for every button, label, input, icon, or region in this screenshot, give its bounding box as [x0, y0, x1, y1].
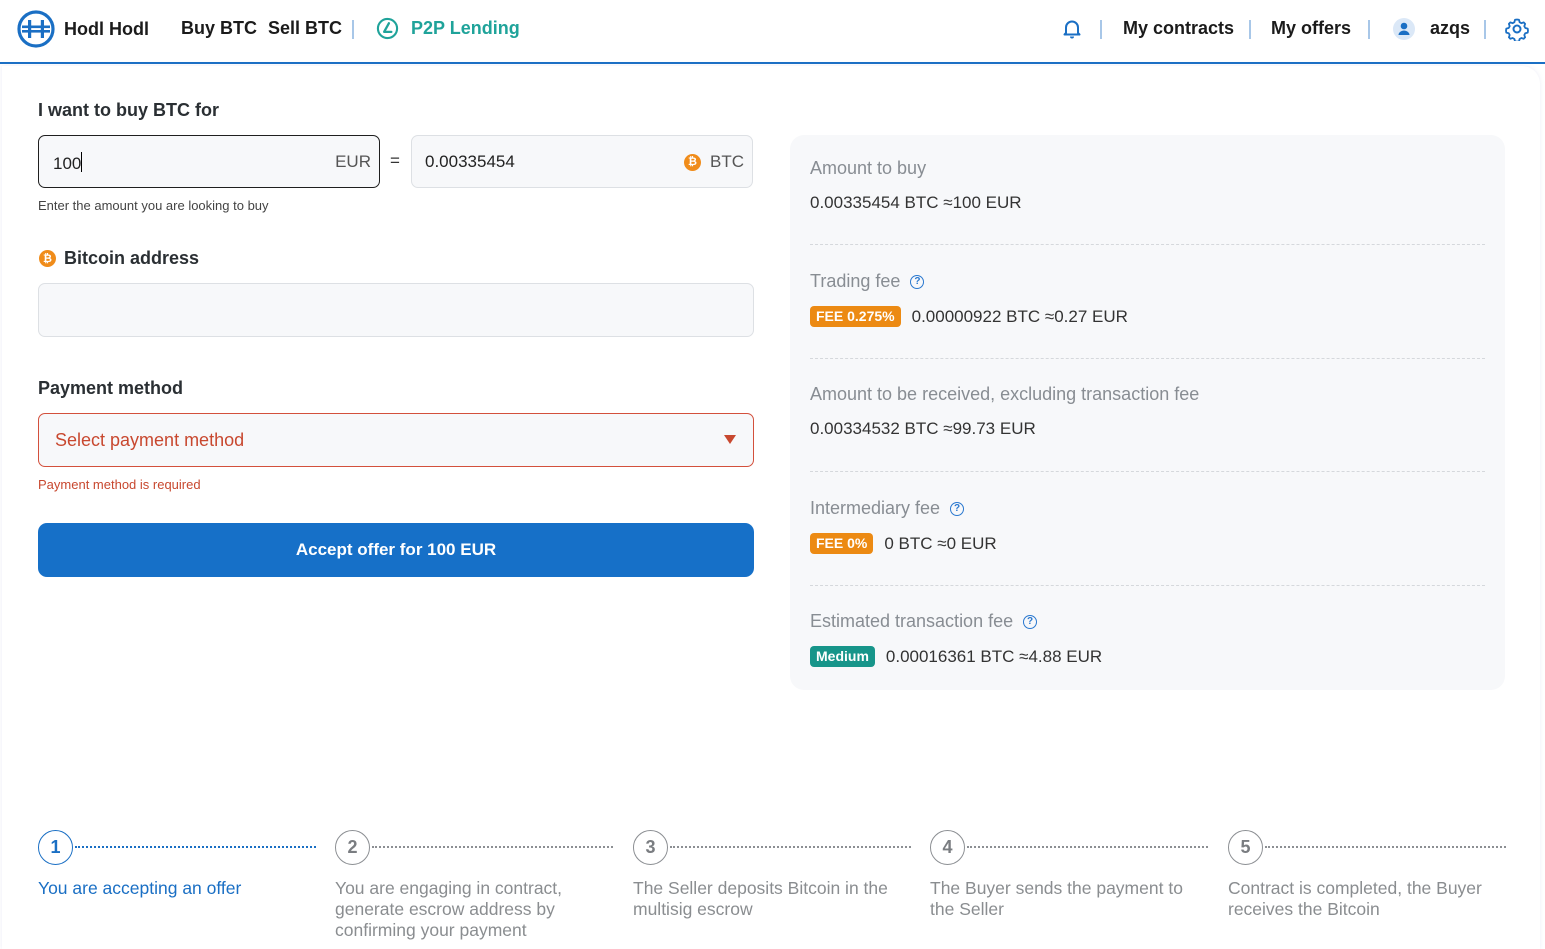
summary-divider — [810, 358, 1485, 359]
fiat-currency-label: EUR — [335, 152, 371, 171]
nav-divider — [1368, 20, 1370, 39]
payment-method-label: Payment method — [38, 378, 184, 398]
step-connector — [75, 846, 316, 848]
nav-divider — [1484, 20, 1486, 39]
fee-badge: FEE 0.275% — [810, 306, 901, 327]
btc-amount-input[interactable]: 0.00335454 ₿ BTC — [411, 135, 753, 188]
summary-value: 0.00016361 BTC ≈4.88 EUR — [885, 646, 1103, 666]
summary-title: Estimated transaction fee — [810, 611, 1014, 631]
summary-transaction-fee: Estimated transaction fee? Medium 0.0001… — [810, 611, 1485, 667]
step-connector — [670, 846, 911, 848]
summary-title: Amount to be received, excluding transac… — [810, 384, 1200, 404]
step-number: 3 — [633, 830, 668, 865]
btc-amount-value: 0.00335454 — [425, 152, 515, 171]
fiat-amount-value: 100 — [53, 152, 83, 173]
bitcoin-address-label: ₿ Bitcoin address — [39, 248, 199, 269]
summary-divider — [810, 244, 1485, 245]
btc-currency: ₿ BTC — [684, 152, 744, 172]
payment-method-error: Payment method is required — [38, 477, 201, 492]
summary-trading-fee: Trading fee? FEE 0.275% 0.00000922 BTC ≈… — [810, 271, 1485, 327]
nav-my-contracts[interactable]: My contracts — [1123, 18, 1234, 39]
nav-divider — [352, 20, 354, 39]
summary-amount-received: Amount to be received, excluding transac… — [810, 384, 1485, 439]
summary-divider — [810, 585, 1485, 586]
step-description: You are engaging in contract, generate e… — [335, 878, 563, 940]
summary-title: Trading fee — [810, 271, 901, 291]
summary-title: Amount to buy — [810, 158, 927, 178]
amount-hint: Enter the amount you are looking to buy — [38, 198, 269, 213]
step-description: The Seller deposits Bitcoin in the multi… — [633, 878, 888, 919]
notifications-bell-icon[interactable] — [1062, 18, 1082, 45]
summary-title: Intermediary fee — [810, 498, 941, 518]
summary-amount-to-buy: Amount to buy 0.00335454 BTC ≈100 EUR — [810, 158, 1485, 213]
summary-value: 0.00334532 BTC ≈99.73 EUR — [810, 419, 1036, 438]
bitcoin-address-label-text: Bitcoin address — [64, 248, 200, 268]
dropdown-caret-icon — [724, 435, 736, 444]
equals-sign: = — [390, 151, 400, 170]
p2p-lending-icon — [376, 17, 399, 40]
step-description: Contract is completed, the Buyer receive… — [1228, 878, 1482, 919]
step-number: 1 — [38, 830, 73, 865]
nav-p2p-lending[interactable]: P2P Lending — [376, 17, 520, 40]
p2p-lending-label: P2P Lending — [411, 18, 520, 38]
nav-buy-btc[interactable]: Buy BTC — [181, 18, 257, 39]
summary-value: 0.00000922 BTC ≈0.27 EUR — [911, 306, 1128, 326]
step-description: You are accepting an offer — [38, 878, 242, 898]
help-question-icon[interactable]: ? — [950, 501, 965, 516]
nav-divider — [1100, 20, 1102, 39]
fee-badge: FEE 0% — [810, 533, 874, 554]
step-number: 4 — [930, 830, 965, 865]
bitcoin-icon: ₿ — [39, 250, 56, 267]
accept-offer-button[interactable]: Accept offer for 100 EUR — [38, 523, 754, 577]
summary-intermediary-fee: Intermediary fee? FEE 0% 0 BTC ≈0 EUR — [810, 498, 1485, 554]
step-number: 2 — [335, 830, 370, 865]
bitcoin-address-input[interactable] — [38, 283, 754, 337]
brand-logo[interactable]: Hodl Hodl — [16, 9, 149, 49]
username-link[interactable]: azqs — [1430, 18, 1470, 39]
help-question-icon[interactable]: ? — [1023, 614, 1038, 629]
summary-value: 0.00335454 BTC ≈100 EUR — [810, 193, 1022, 212]
step-description: The Buyer sends the payment to the Selle… — [930, 878, 1183, 919]
step-connector — [1265, 846, 1506, 848]
summary-divider — [810, 471, 1485, 472]
buy-amount-label: I want to buy BTC for — [38, 100, 219, 120]
bitcoin-icon: ₿ — [684, 153, 701, 171]
top-navbar: Hodl Hodl Buy BTC Sell BTC P2P Lending M… — [0, 0, 1545, 64]
nav-divider — [1249, 20, 1251, 39]
step-connector — [967, 846, 1208, 848]
help-question-icon[interactable]: ? — [910, 274, 925, 289]
priority-badge: Medium — [810, 646, 875, 667]
btc-currency-label: BTC — [710, 152, 744, 171]
payment-method-select[interactable]: Select payment method — [38, 413, 754, 467]
step-number: 5 — [1228, 830, 1263, 865]
nav-sell-btc[interactable]: Sell BTC — [268, 18, 342, 39]
step-connector — [372, 846, 613, 848]
user-avatar-icon[interactable] — [1393, 18, 1415, 45]
summary-value: 0 BTC ≈0 EUR — [884, 533, 997, 553]
fiat-amount-input[interactable]: 100 EUR — [38, 135, 380, 188]
brand-name: Hodl Hodl — [64, 18, 149, 39]
nav-my-offers[interactable]: My offers — [1271, 18, 1351, 39]
order-summary-panel: Amount to buy 0.00335454 BTC ≈100 EUR Tr… — [790, 135, 1505, 690]
hodlhodl-logo-icon — [17, 10, 55, 48]
payment-method-placeholder: Select payment method — [55, 430, 245, 450]
settings-gear-icon[interactable] — [1505, 17, 1529, 46]
